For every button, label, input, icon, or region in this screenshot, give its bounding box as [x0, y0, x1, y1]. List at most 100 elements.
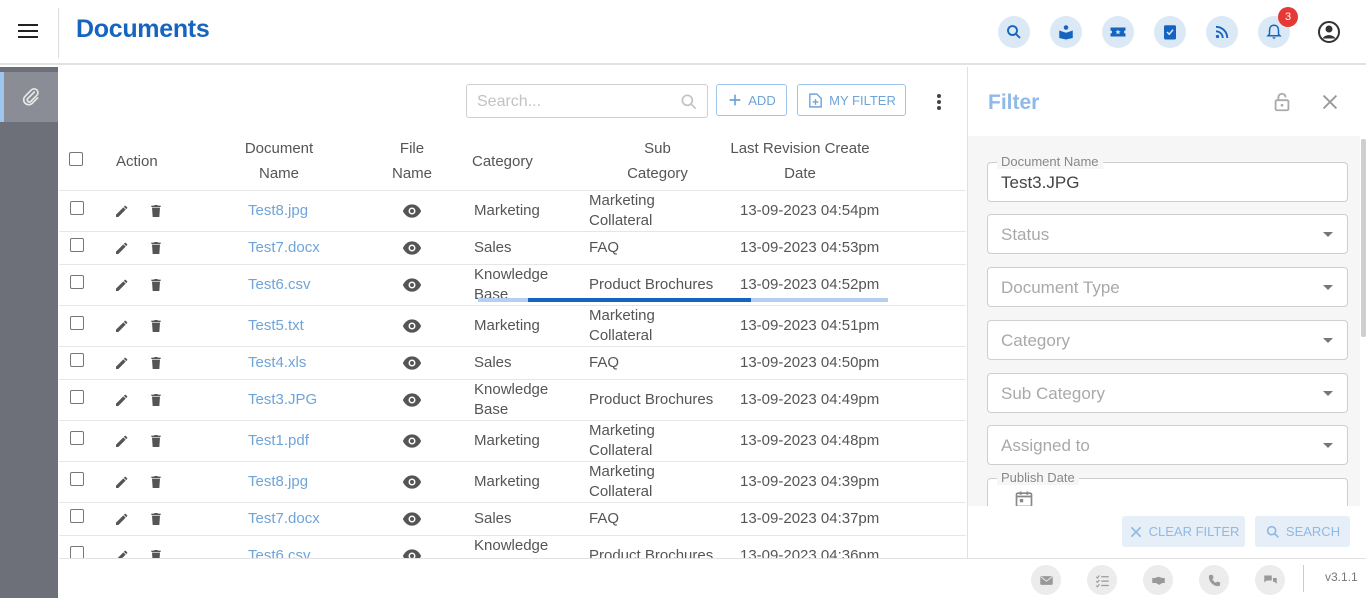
- delete-icon[interactable]: [148, 203, 164, 219]
- eye-icon[interactable]: [402, 238, 422, 258]
- document-name-link[interactable]: Test4.xls: [248, 354, 306, 371]
- row-checkbox[interactable]: [70, 315, 84, 330]
- filter-search-button[interactable]: SEARCH: [1255, 516, 1350, 547]
- eye-icon[interactable]: [402, 316, 422, 336]
- header-knowledge-button[interactable]: [1050, 16, 1082, 48]
- delete-icon[interactable]: [148, 511, 164, 527]
- document-name-link[interactable]: Test6.csv: [248, 547, 311, 559]
- search-field[interactable]: [466, 84, 708, 118]
- footer-checklist-button[interactable]: [1087, 565, 1117, 595]
- rail-item-documents[interactable]: [0, 72, 58, 122]
- calendar-icon[interactable]: [1014, 489, 1034, 506]
- document-name-link[interactable]: Test1.pdf: [248, 432, 309, 449]
- eye-icon[interactable]: [402, 509, 422, 529]
- delete-icon[interactable]: [148, 474, 164, 490]
- my-filter-button[interactable]: MY FILTER: [797, 84, 906, 116]
- table-row[interactable]: Test3.JPG Knowledge Base Product Brochures 1…: [59, 379, 966, 421]
- table-row[interactable]: Test7.docx Sales FAQ 13-09-2023 04:53pm: [59, 231, 966, 265]
- status-select[interactable]: Status: [987, 214, 1348, 254]
- document-name-link[interactable]: Test7.docx: [248, 239, 320, 256]
- table-row[interactable]: Test8.jpg Marketing Marketing Collateral 13-…: [59, 190, 966, 232]
- footer-email-button[interactable]: [1031, 565, 1061, 595]
- footer-phone-button[interactable]: [1199, 565, 1229, 595]
- header-search-button[interactable]: [998, 16, 1030, 48]
- edit-icon[interactable]: [114, 277, 130, 293]
- delete-icon[interactable]: [148, 433, 164, 449]
- delete-icon[interactable]: [148, 318, 164, 334]
- account-circle-icon[interactable]: [1317, 20, 1341, 44]
- table-row[interactable]: Test8.jpg Marketing Marketing Collateral 13-…: [59, 461, 966, 503]
- document-name-link[interactable]: Test7.docx: [248, 510, 320, 527]
- table-row[interactable]: Test1.pdf Marketing Marketing Collateral 13-…: [59, 420, 966, 462]
- column-header-file-name[interactable]: File Name: [363, 133, 461, 191]
- row-checkbox[interactable]: [70, 274, 84, 289]
- delete-icon[interactable]: [148, 548, 164, 558]
- menu-icon[interactable]: [18, 24, 38, 40]
- footer-chat-button[interactable]: [1255, 565, 1285, 595]
- row-checkbox[interactable]: [70, 352, 84, 367]
- edit-icon[interactable]: [114, 203, 130, 219]
- edit-icon[interactable]: [114, 474, 130, 490]
- search-icon[interactable]: [679, 92, 699, 112]
- select-all-checkbox[interactable]: [69, 151, 83, 166]
- edit-icon[interactable]: [114, 318, 130, 334]
- delete-icon[interactable]: [148, 355, 164, 371]
- document-name-link[interactable]: Test8.jpg: [248, 202, 308, 219]
- delete-icon[interactable]: [148, 277, 164, 293]
- column-header-last-revision-date[interactable]: Last Revision Create Date: [729, 133, 966, 191]
- document-name-link[interactable]: Test5.txt: [248, 317, 304, 334]
- row-checkbox[interactable]: [70, 508, 84, 523]
- assigned-to-select[interactable]: Assigned to: [987, 425, 1348, 465]
- column-header-sub-category[interactable]: Sub Category: [586, 133, 729, 191]
- table-row[interactable]: Test5.txt Marketing Marketing Collateral 13-…: [59, 305, 966, 347]
- header-notifications-button[interactable]: 3: [1258, 7, 1298, 48]
- category-cell: Knowledge: [474, 380, 549, 398]
- sub-category-select[interactable]: Sub Category: [987, 373, 1348, 413]
- edit-icon[interactable]: [114, 355, 130, 371]
- search-input[interactable]: [477, 91, 672, 113]
- eye-icon[interactable]: [402, 390, 422, 410]
- row-checkbox[interactable]: [70, 200, 84, 215]
- more-options-icon[interactable]: [937, 94, 941, 110]
- eye-icon[interactable]: [402, 546, 422, 558]
- header-tasks-button[interactable]: [1154, 16, 1186, 48]
- clear-filter-button[interactable]: CLEAR FILTER: [1122, 516, 1245, 547]
- edit-icon[interactable]: [114, 433, 130, 449]
- edit-icon[interactable]: [114, 548, 130, 558]
- column-header-document-name[interactable]: Document Name: [195, 133, 363, 191]
- header-feed-button[interactable]: [1206, 16, 1238, 48]
- table-row[interactable]: Test7.docx Sales FAQ 13-09-2023 04:37pm: [59, 502, 966, 536]
- column-header-category[interactable]: Category: [461, 133, 586, 191]
- eye-icon[interactable]: [402, 201, 422, 221]
- document-name-link[interactable]: Test8.jpg: [248, 473, 308, 490]
- document-name-field[interactable]: Document Name Test3.JPG: [987, 154, 1348, 202]
- document-type-select[interactable]: Document Type: [987, 267, 1348, 307]
- row-checkbox[interactable]: [70, 237, 84, 252]
- lock-open-icon[interactable]: [1271, 91, 1293, 113]
- eye-icon[interactable]: [402, 353, 422, 373]
- eye-icon[interactable]: [402, 431, 422, 451]
- edit-icon[interactable]: [114, 392, 130, 408]
- eye-icon[interactable]: [402, 472, 422, 492]
- category-select[interactable]: Category: [987, 320, 1348, 360]
- footer-handshake-button[interactable]: [1143, 565, 1173, 595]
- delete-icon[interactable]: [148, 392, 164, 408]
- add-button[interactable]: ADD: [716, 84, 787, 116]
- document-name-link[interactable]: Test3.JPG: [248, 391, 317, 408]
- eye-icon[interactable]: [402, 275, 422, 295]
- row-checkbox[interactable]: [70, 389, 84, 404]
- row-checkbox[interactable]: [70, 545, 84, 558]
- notification-badge: 3: [1278, 7, 1298, 27]
- close-icon[interactable]: [1319, 91, 1341, 113]
- delete-icon[interactable]: [148, 240, 164, 256]
- document-name-link[interactable]: Test6.csv: [248, 276, 311, 293]
- row-checkbox[interactable]: [70, 430, 84, 445]
- table-row[interactable]: Test6.csvKnowledgeBaseProduct Brochures1…: [59, 535, 966, 558]
- filter-scrollbar[interactable]: [1361, 139, 1366, 337]
- edit-icon[interactable]: [114, 240, 130, 256]
- publish-date-field[interactable]: Publish Date: [987, 470, 1348, 506]
- edit-icon[interactable]: [114, 511, 130, 527]
- header-tickets-button[interactable]: [1102, 16, 1134, 48]
- row-checkbox[interactable]: [70, 471, 84, 486]
- table-row[interactable]: Test4.xls Sales FAQ 13-09-2023 04:50pm: [59, 346, 966, 380]
